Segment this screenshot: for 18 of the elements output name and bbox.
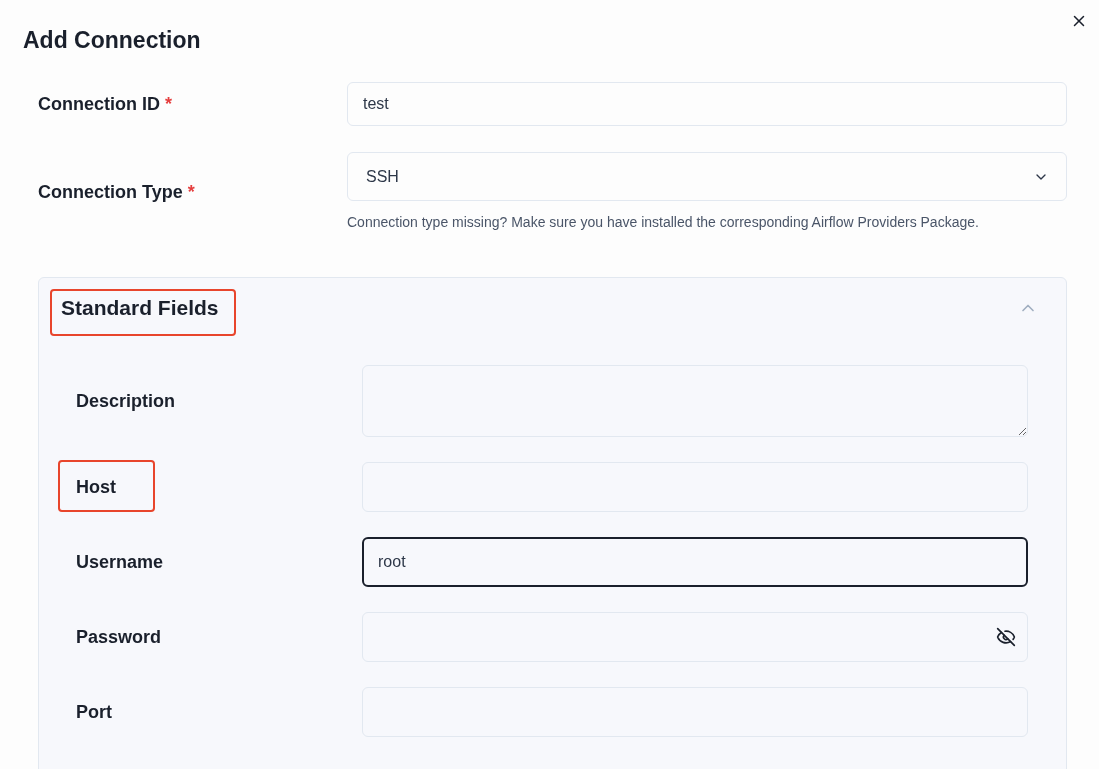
field-label: Connection ID: [38, 93, 160, 115]
eye-off-icon[interactable]: [996, 627, 1016, 647]
field-label: Description: [76, 390, 176, 412]
field-label: Port: [76, 701, 112, 723]
required-mark: *: [165, 93, 172, 115]
text-input[interactable]: root: [362, 537, 1028, 587]
field-label: Username: [76, 551, 164, 573]
dialog-title: Add Connection: [23, 26, 202, 54]
required-mark: *: [187, 180, 195, 203]
hint-text: Connection type missing? Make sure you have installed the corresponding Airflow Providers Package.: [347, 214, 980, 231]
text-input[interactable]: test: [347, 82, 1067, 126]
field-label: Password: [76, 626, 162, 648]
password-field[interactable]: [362, 612, 1028, 662]
textarea-field[interactable]: [362, 365, 1028, 437]
section-heading: Standard Fields: [61, 296, 219, 319]
field-label: Connection Type: [38, 180, 183, 203]
field-label: Host: [76, 476, 116, 498]
type-select[interactable]: SSH: [347, 152, 1067, 201]
